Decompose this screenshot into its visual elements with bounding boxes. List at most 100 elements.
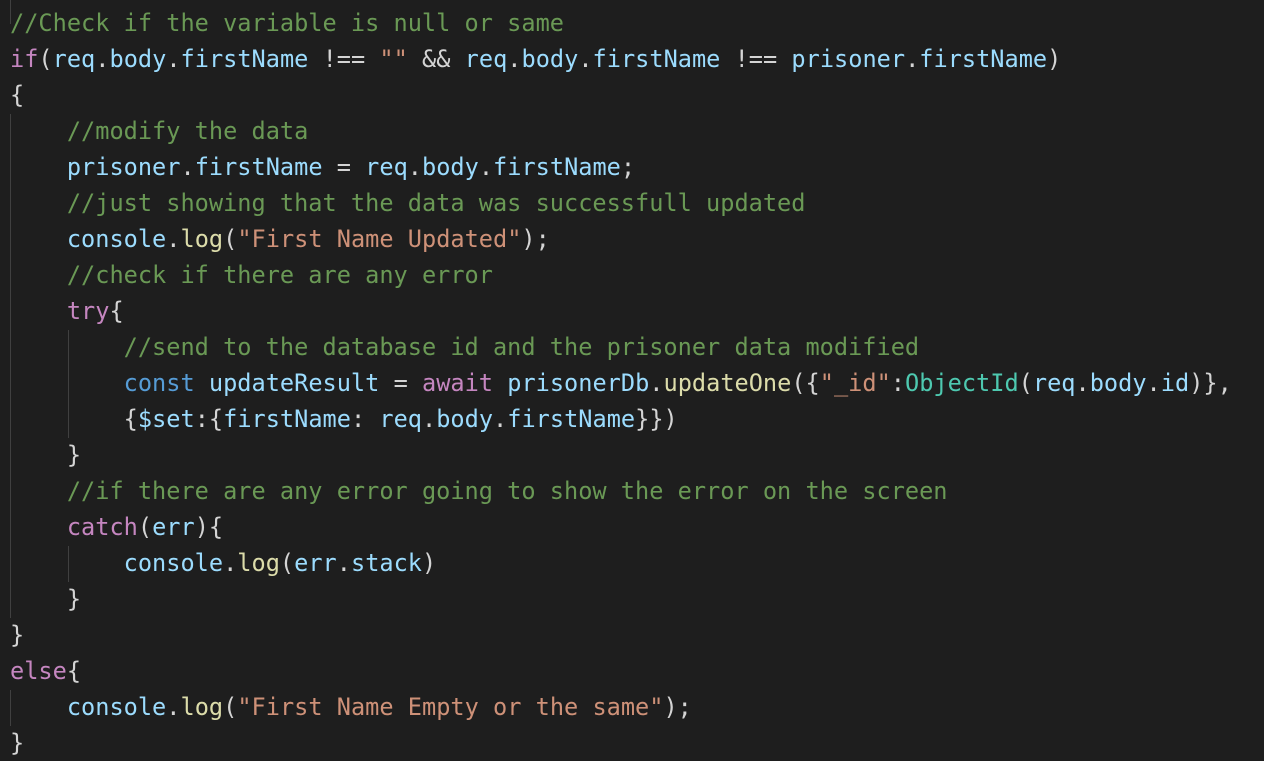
- code-token-string: "": [379, 45, 408, 73]
- code-token-punct: {: [66, 657, 82, 685]
- code-line: //check if there are any error: [10, 257, 493, 293]
- code-token-punct: [10, 693, 67, 721]
- code-token-punct: .: [95, 45, 110, 73]
- code-token-punct: );: [521, 225, 550, 253]
- code-token-variable: firstName: [507, 405, 636, 433]
- code-token-punct: &&: [407, 45, 465, 73]
- code-token-punct: (: [223, 693, 238, 721]
- code-token-punct: );: [663, 693, 692, 721]
- code-token-punct: [493, 369, 507, 397]
- code-line: catch(err){: [10, 509, 223, 545]
- code-token-punct: :: [350, 405, 380, 433]
- code-token-function: log: [180, 693, 224, 721]
- code-token-variable: req: [379, 405, 422, 433]
- code-token-variable: body: [436, 405, 494, 433]
- code-line: {$set:{firstName: req.body.firstName}}): [10, 401, 678, 437]
- code-token-punct: [10, 441, 67, 469]
- code-token-punct: }: [10, 729, 25, 757]
- code-token-variable: body: [521, 45, 579, 73]
- code-token-punct: .: [166, 693, 181, 721]
- code-line: const updateResult = await prisonerDb.up…: [10, 365, 1232, 401]
- code-token-variable: err: [294, 549, 337, 577]
- code-token-punct: .: [578, 45, 593, 73]
- code-token-punct: }: [66, 585, 82, 613]
- code-token-punct: }: [10, 621, 25, 649]
- code-token-variable: firstName: [493, 153, 621, 181]
- code-line: try{: [10, 293, 124, 329]
- code-token-punct: [10, 225, 67, 253]
- code-line: //Check if the variable is null or same: [10, 5, 564, 41]
- code-token-variable: prisoner: [791, 45, 906, 73]
- code-token-function: updateOne: [663, 369, 792, 397]
- code-token-punct: .: [507, 45, 522, 73]
- code-token-variable: body: [422, 153, 479, 181]
- code-token-string: "_id": [819, 369, 891, 397]
- code-token-punct: [10, 369, 124, 397]
- code-line: console.log("First Name Empty or the sam…: [10, 689, 692, 725]
- code-token-variable: $set: [137, 405, 195, 433]
- code-token-punct: }: [66, 441, 82, 469]
- code-token-comment: //check if there are any error: [66, 261, 493, 289]
- code-token-punct: [10, 549, 124, 577]
- code-line: console.log("First Name Updated");: [10, 221, 550, 257]
- code-token-punct: .: [223, 549, 238, 577]
- code-token-punct: [10, 405, 124, 433]
- code-token-punct: ){: [194, 513, 224, 541]
- code-token-punct: :{: [194, 405, 224, 433]
- code-token-variable: updateResult: [208, 369, 380, 397]
- code-token-punct: .: [336, 549, 351, 577]
- code-token-punct: .: [422, 405, 437, 433]
- code-token-variable: body: [109, 45, 167, 73]
- code-token-variable: prisoner: [66, 153, 181, 181]
- code-line: console.log(err.stack): [10, 545, 437, 581]
- code-token-comment: //send to the database id and the prison…: [123, 333, 920, 361]
- code-token-function: log: [237, 549, 280, 577]
- code-token-punct: ): [1047, 45, 1062, 73]
- code-token-keyword: catch: [66, 513, 138, 541]
- code-token-class: ObjectId: [905, 369, 1019, 397]
- code-token-punct: ({: [791, 369, 820, 397]
- code-line: }: [10, 437, 81, 473]
- code-token-storage: const: [123, 369, 195, 397]
- code-token-punct: [10, 333, 124, 361]
- code-token-punct: }}): [635, 405, 678, 433]
- code-token-variable: id: [1160, 369, 1190, 397]
- code-token-punct: [10, 513, 67, 541]
- code-token-punct: .: [649, 369, 664, 397]
- code-line: //if there are any error going to show t…: [10, 473, 948, 509]
- code-token-keyword: if: [10, 45, 39, 73]
- code-line: }: [10, 725, 24, 761]
- code-token-punct: (: [137, 513, 153, 541]
- code-token-punct: {: [10, 81, 25, 109]
- code-token-comment: //modify the data: [66, 117, 309, 145]
- code-token-variable: req: [365, 153, 408, 181]
- code-token-variable: req: [52, 45, 96, 73]
- code-line: {: [10, 77, 24, 113]
- code-token-punct: [10, 477, 67, 505]
- code-token-punct: .: [905, 45, 920, 73]
- code-token-punct: [10, 189, 67, 217]
- code-token-string: "First Name Updated": [237, 225, 522, 253]
- code-token-punct: [10, 261, 67, 289]
- code-token-variable: console: [66, 225, 167, 253]
- code-editor[interactable]: //Check if the variable is null or same i…: [0, 0, 1264, 760]
- code-token-punct: .: [1075, 369, 1090, 397]
- code-line: //just showing that the data was success…: [10, 185, 806, 221]
- code-token-punct: .: [166, 45, 181, 73]
- code-token-string: "First Name Empty or the same": [237, 693, 664, 721]
- code-token-punct: [10, 585, 67, 613]
- code-token-punct: .: [180, 153, 195, 181]
- code-token-comment: //just showing that the data was success…: [66, 189, 806, 217]
- code-token-punct: (: [38, 45, 53, 73]
- code-token-punct: (: [1018, 369, 1033, 397]
- code-token-punct: [10, 153, 67, 181]
- code-token-variable: req: [464, 45, 508, 73]
- code-token-keyword: else: [10, 657, 67, 685]
- code-token-punct: !==: [308, 45, 380, 73]
- code-token-punct: ): [422, 549, 437, 577]
- code-token-punct: .: [1146, 369, 1161, 397]
- code-line: //send to the database id and the prison…: [10, 329, 919, 365]
- code-token-punct: .: [166, 225, 181, 253]
- code-token-keyword: await: [421, 369, 494, 397]
- code-token-punct: ;: [620, 153, 636, 181]
